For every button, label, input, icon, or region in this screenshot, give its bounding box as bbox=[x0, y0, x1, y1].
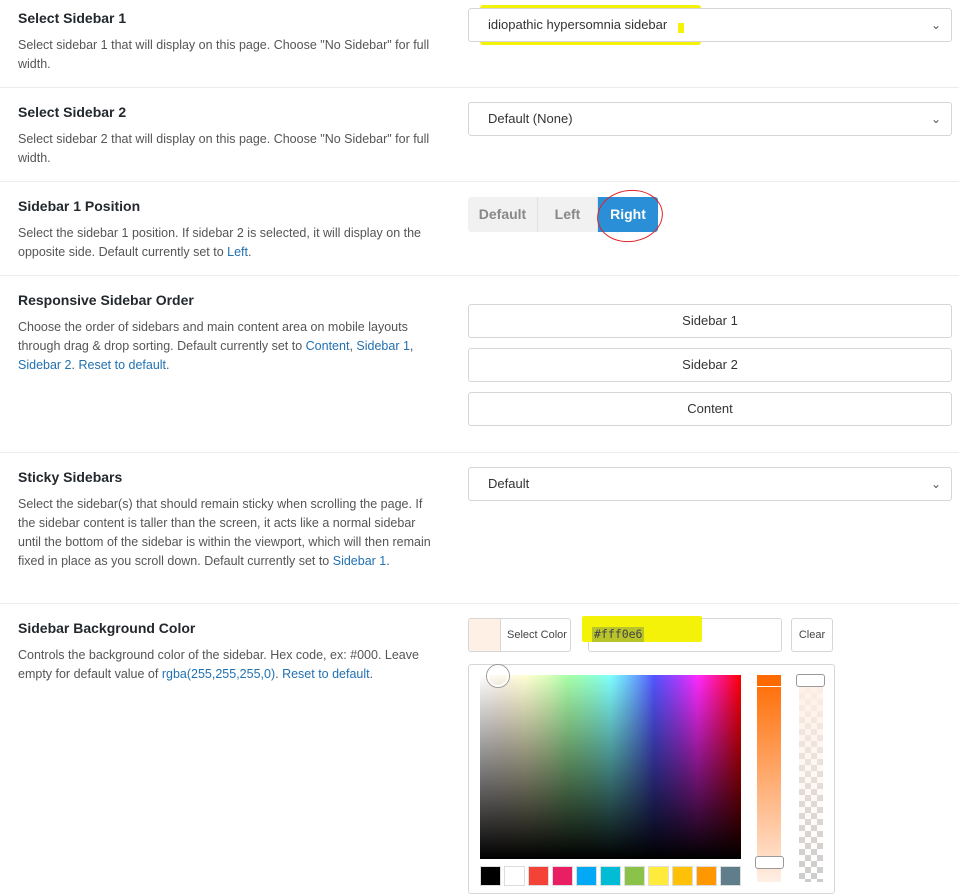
sidebar2-description: Select sidebar 2 that will display on th… bbox=[18, 132, 430, 165]
reset-to-default-link[interactable]: Reset to default bbox=[78, 358, 166, 372]
palette-swatch[interactable] bbox=[624, 866, 645, 886]
hex-color-value: #fff0e6 bbox=[594, 627, 643, 641]
saturation-value-square[interactable] bbox=[480, 675, 741, 859]
palette-swatch[interactable] bbox=[672, 866, 693, 886]
palette-swatch[interactable] bbox=[576, 866, 597, 886]
clear-color-button[interactable]: Clear bbox=[791, 618, 833, 652]
sidebar2-label: Select Sidebar 2 bbox=[18, 104, 127, 120]
sidebar2-link[interactable]: Sidebar 2 bbox=[18, 358, 72, 372]
sortable-item-sidebar1[interactable]: Sidebar 1 bbox=[468, 304, 952, 338]
sidebar1-select-value: idiopathic hypersomnia sidebar bbox=[479, 5, 702, 45]
alpha-slider[interactable] bbox=[799, 675, 823, 882]
order-description: Choose the order of sidebars and main co… bbox=[18, 320, 414, 372]
color-palette bbox=[480, 866, 741, 886]
palette-swatch[interactable] bbox=[696, 866, 717, 886]
color-swatch-preview bbox=[469, 619, 501, 651]
sortable-item-content[interactable]: Content bbox=[468, 392, 952, 426]
hue-slider-handle[interactable] bbox=[755, 856, 784, 869]
hue-slider[interactable] bbox=[757, 675, 781, 882]
sortable-item-sidebar2[interactable]: Sidebar 2 bbox=[468, 348, 952, 382]
chevron-down-icon: ⌄ bbox=[930, 477, 941, 491]
sidebar2-select[interactable]: Default (None) ⌄ bbox=[468, 102, 952, 136]
chevron-down-icon: ⌄ bbox=[930, 18, 941, 32]
divider bbox=[0, 603, 959, 604]
palette-swatch[interactable] bbox=[504, 866, 525, 886]
position-description: Select the sidebar 1 position. If sideba… bbox=[18, 226, 421, 259]
sticky-select[interactable]: Default ⌄ bbox=[468, 467, 952, 501]
palette-swatch[interactable] bbox=[648, 866, 669, 886]
divider bbox=[0, 275, 959, 276]
rgba-default-link[interactable]: rgba(255,255,255,0) bbox=[162, 667, 275, 681]
palette-swatch[interactable] bbox=[528, 866, 549, 886]
reset-to-default-link[interactable]: Reset to default bbox=[282, 667, 370, 681]
sticky-select-value: Default bbox=[488, 476, 530, 491]
color-picker-cursor[interactable] bbox=[487, 665, 509, 687]
sidebar1-label: Select Sidebar 1 bbox=[18, 10, 127, 26]
sticky-label: Sticky Sidebars bbox=[18, 469, 123, 485]
chevron-down-icon: ⌄ bbox=[930, 112, 941, 126]
position-right-button[interactable]: Right bbox=[598, 197, 658, 232]
palette-swatch[interactable] bbox=[720, 866, 741, 886]
palette-swatch[interactable] bbox=[600, 866, 621, 886]
position-left-button[interactable]: Left bbox=[538, 197, 598, 232]
bgcolor-label: Sidebar Background Color bbox=[18, 620, 196, 636]
sticky-description: Select the sidebar(s) that should remain… bbox=[18, 497, 431, 568]
position-button-set: Default Left Right bbox=[468, 197, 658, 232]
alpha-slider-handle[interactable] bbox=[796, 674, 825, 687]
order-label: Responsive Sidebar Order bbox=[18, 292, 194, 308]
default-left-link[interactable]: Left bbox=[227, 245, 248, 259]
sidebar1-description: Select sidebar 1 that will display on th… bbox=[18, 38, 430, 71]
palette-swatch[interactable] bbox=[480, 866, 501, 886]
sidebar1-select[interactable]: idiopathic hypersomnia sidebar ⌄ bbox=[468, 5, 952, 45]
palette-swatch[interactable] bbox=[552, 866, 573, 886]
select-color-label: Select Color bbox=[507, 629, 567, 641]
content-link[interactable]: Content bbox=[306, 339, 350, 353]
divider bbox=[0, 452, 959, 453]
bgcolor-description: Controls the background color of the sid… bbox=[18, 648, 419, 681]
select-color-button[interactable]: Select Color bbox=[468, 618, 571, 652]
divider bbox=[0, 87, 959, 88]
position-default-button[interactable]: Default bbox=[468, 197, 538, 232]
position-label: Sidebar 1 Position bbox=[18, 198, 141, 214]
sidebar2-select-value: Default (None) bbox=[488, 111, 573, 126]
sticky-default-link[interactable]: Sidebar 1 bbox=[333, 554, 387, 568]
sidebar1-link[interactable]: Sidebar 1 bbox=[356, 339, 410, 353]
divider bbox=[0, 181, 959, 182]
